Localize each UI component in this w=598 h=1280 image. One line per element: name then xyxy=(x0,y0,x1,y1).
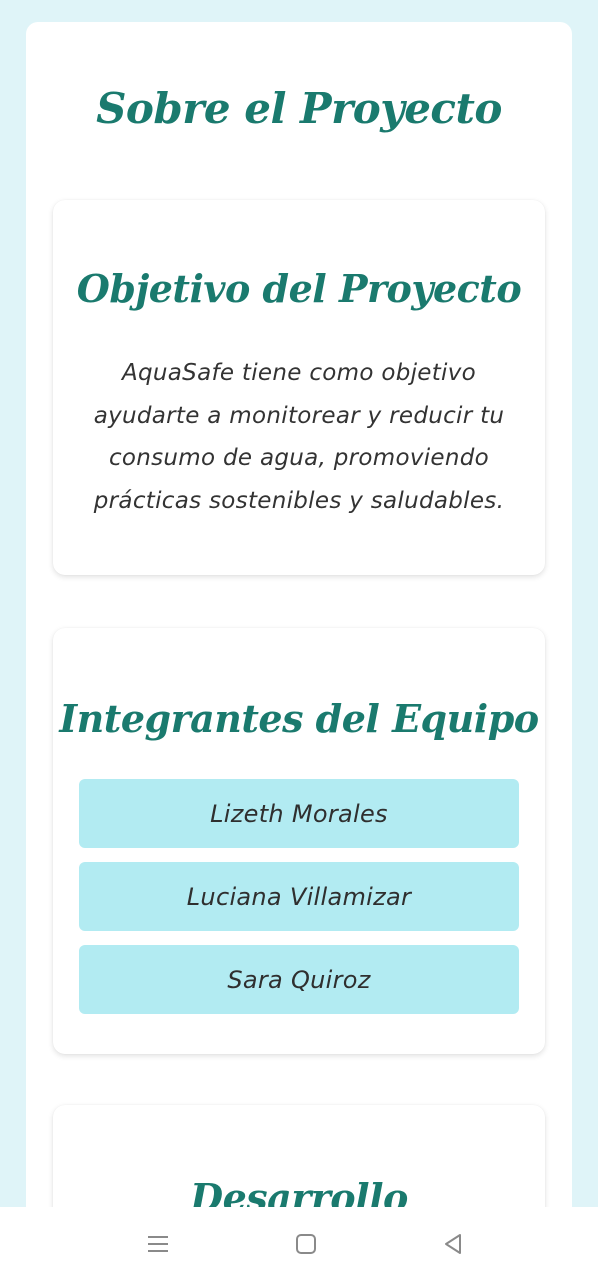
objective-text: AquaSafe tiene como objetivo ayudarte a … xyxy=(93,360,505,514)
objective-card: Objetivo del Proyecto AquaSafe tiene com… xyxy=(53,200,545,575)
page-title: Sobre el Proyecto xyxy=(96,84,502,133)
team-member: Lizeth Morales xyxy=(79,779,519,848)
development-title: Desarrollo xyxy=(190,1175,408,1207)
team-card: Integrantes del Equipo Lizeth Morales Lu… xyxy=(53,628,545,1054)
team-member: Luciana Villamizar xyxy=(79,862,519,931)
system-navigation-bar xyxy=(0,1207,598,1280)
scroll-area[interactable]: Sobre el Proyecto Objetivo del Proyecto … xyxy=(0,0,598,1207)
home-icon[interactable] xyxy=(291,1229,321,1259)
development-card: Desarrollo xyxy=(53,1105,545,1207)
objective-title: Objetivo del Proyecto xyxy=(76,266,522,311)
team-member: Sara Quiroz xyxy=(79,945,519,1014)
back-icon[interactable] xyxy=(438,1229,468,1259)
team-title: Integrantes del Equipo xyxy=(59,696,539,741)
menu-icon[interactable] xyxy=(143,1229,173,1259)
